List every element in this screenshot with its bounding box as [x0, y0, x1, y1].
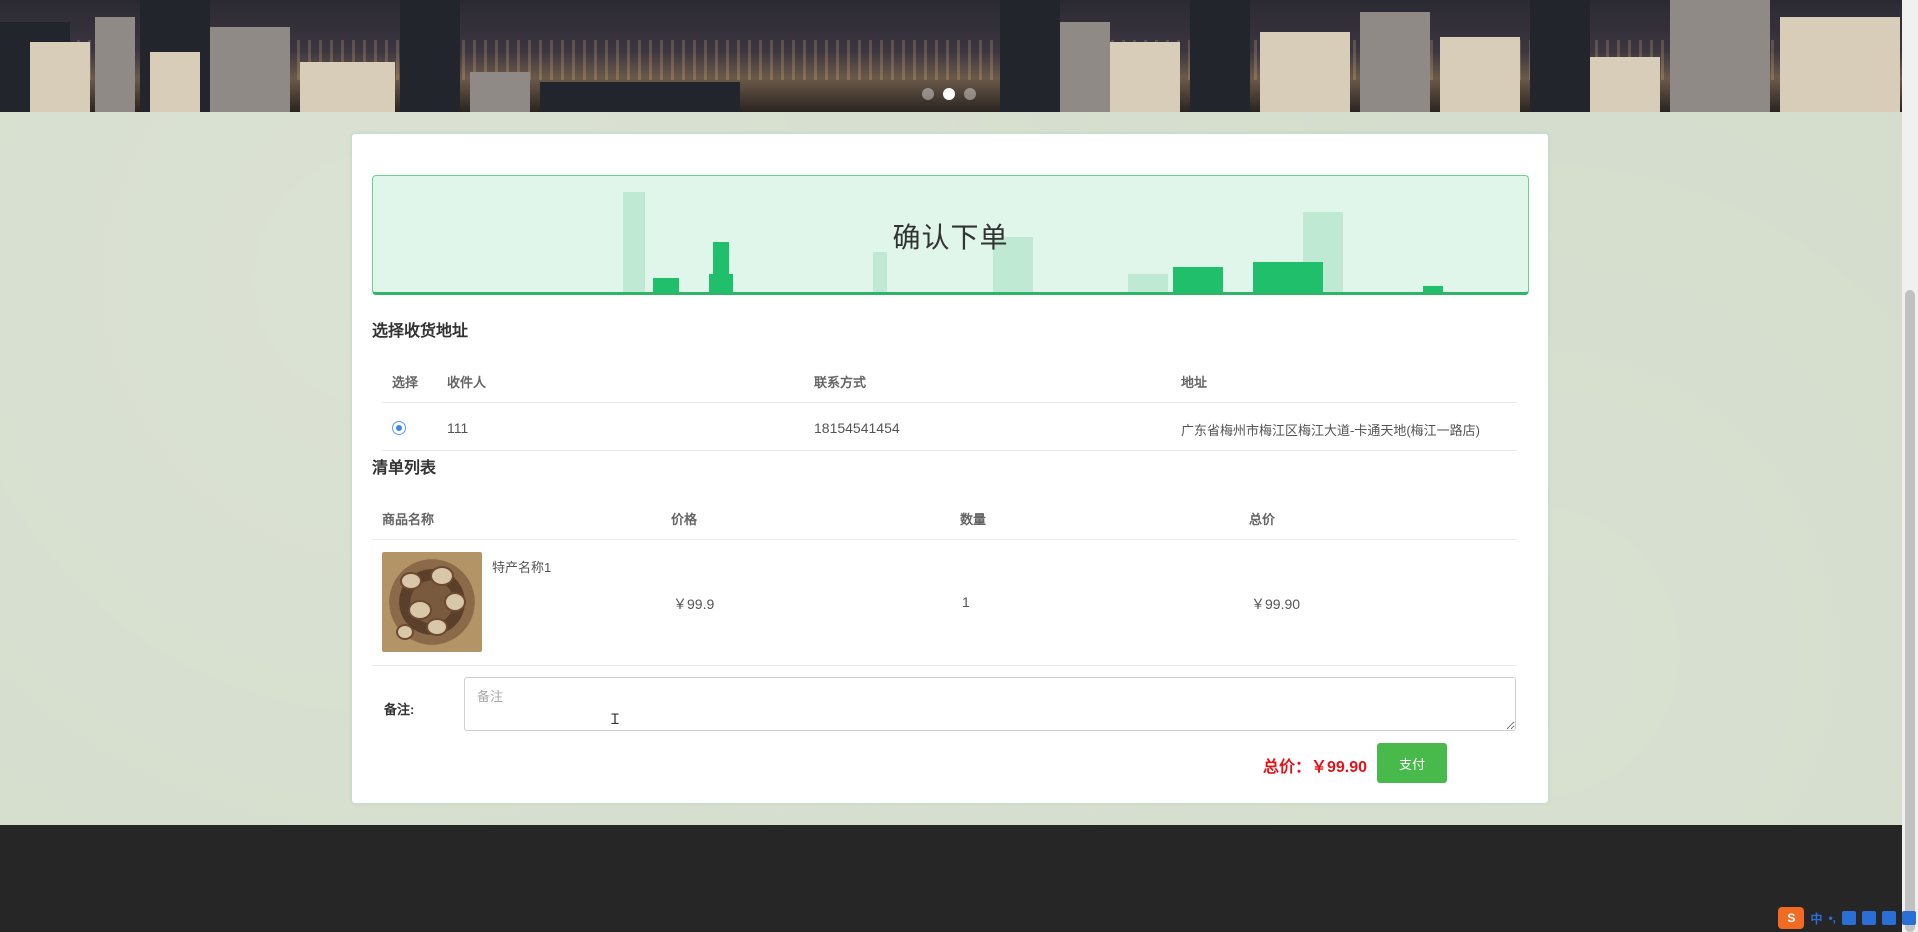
- remark-label: 备注:: [384, 702, 415, 717]
- divider: [372, 665, 1517, 666]
- address-section-title: 选择收货地址: [372, 323, 469, 340]
- product-total: ￥99.90: [1251, 596, 1301, 612]
- ime-tray: S 中 •,: [1778, 906, 1916, 930]
- scrollbar-thumb[interactable]: [1905, 290, 1915, 932]
- divider: [382, 450, 1517, 451]
- carousel-indicators: [922, 88, 976, 100]
- col-qty-header: 数量: [960, 512, 987, 527]
- footer: [0, 825, 1902, 932]
- toolbox-icon[interactable]: [1902, 911, 1916, 925]
- carousel-dot-2[interactable]: [943, 88, 955, 100]
- page-scrollbar[interactable]: [1902, 0, 1918, 932]
- text-cursor-icon: Ｉ: [608, 711, 622, 727]
- address-radio[interactable]: [392, 421, 406, 435]
- pay-button[interactable]: 支付: [1377, 743, 1447, 783]
- col-name-header: 商品名称: [382, 512, 435, 527]
- sogou-logo-icon[interactable]: S: [1778, 907, 1805, 929]
- col-address-header: 地址: [1181, 375, 1208, 390]
- microphone-icon[interactable]: [1842, 911, 1856, 925]
- address-text: 广东省梅州市梅江区梅江大道-卡通天地(梅江一路店): [1181, 423, 1480, 438]
- carousel-dot-1[interactable]: [922, 88, 934, 100]
- address-recipient: 111: [447, 420, 469, 436]
- total-price: 总价：￥99.90: [1263, 759, 1368, 776]
- ime-punct[interactable]: •,: [1828, 911, 1836, 925]
- product-image[interactable]: [382, 552, 482, 652]
- divider: [372, 539, 1517, 540]
- col-recipient-header: 收件人: [447, 375, 487, 390]
- items-section-title: 清单列表: [372, 460, 437, 477]
- title-banner: 确认下单: [372, 175, 1529, 295]
- col-total-header: 总价: [1249, 512, 1276, 527]
- carousel-dot-3[interactable]: [964, 88, 976, 100]
- product-name[interactable]: 特产名称1: [492, 557, 551, 576]
- product-qty: 1: [962, 594, 970, 610]
- divider: [382, 402, 1517, 403]
- col-select-header: 选择: [392, 375, 419, 390]
- hero-banner: [0, 0, 1902, 112]
- ime-lang[interactable]: 中: [1810, 910, 1822, 927]
- col-price-header: 价格: [671, 512, 698, 527]
- order-confirm-card: 确认下单 选择收货地址 选择 收件人 联系方式 地址 111 181545414…: [351, 133, 1549, 804]
- keyboard-icon[interactable]: [1862, 911, 1876, 925]
- address-contact: 18154541454: [814, 420, 900, 436]
- col-contact-header: 联系方式: [814, 375, 867, 390]
- skin-icon[interactable]: [1882, 911, 1896, 925]
- product-price: ￥99.9: [673, 596, 715, 612]
- page-title: 确认下单: [892, 222, 1009, 253]
